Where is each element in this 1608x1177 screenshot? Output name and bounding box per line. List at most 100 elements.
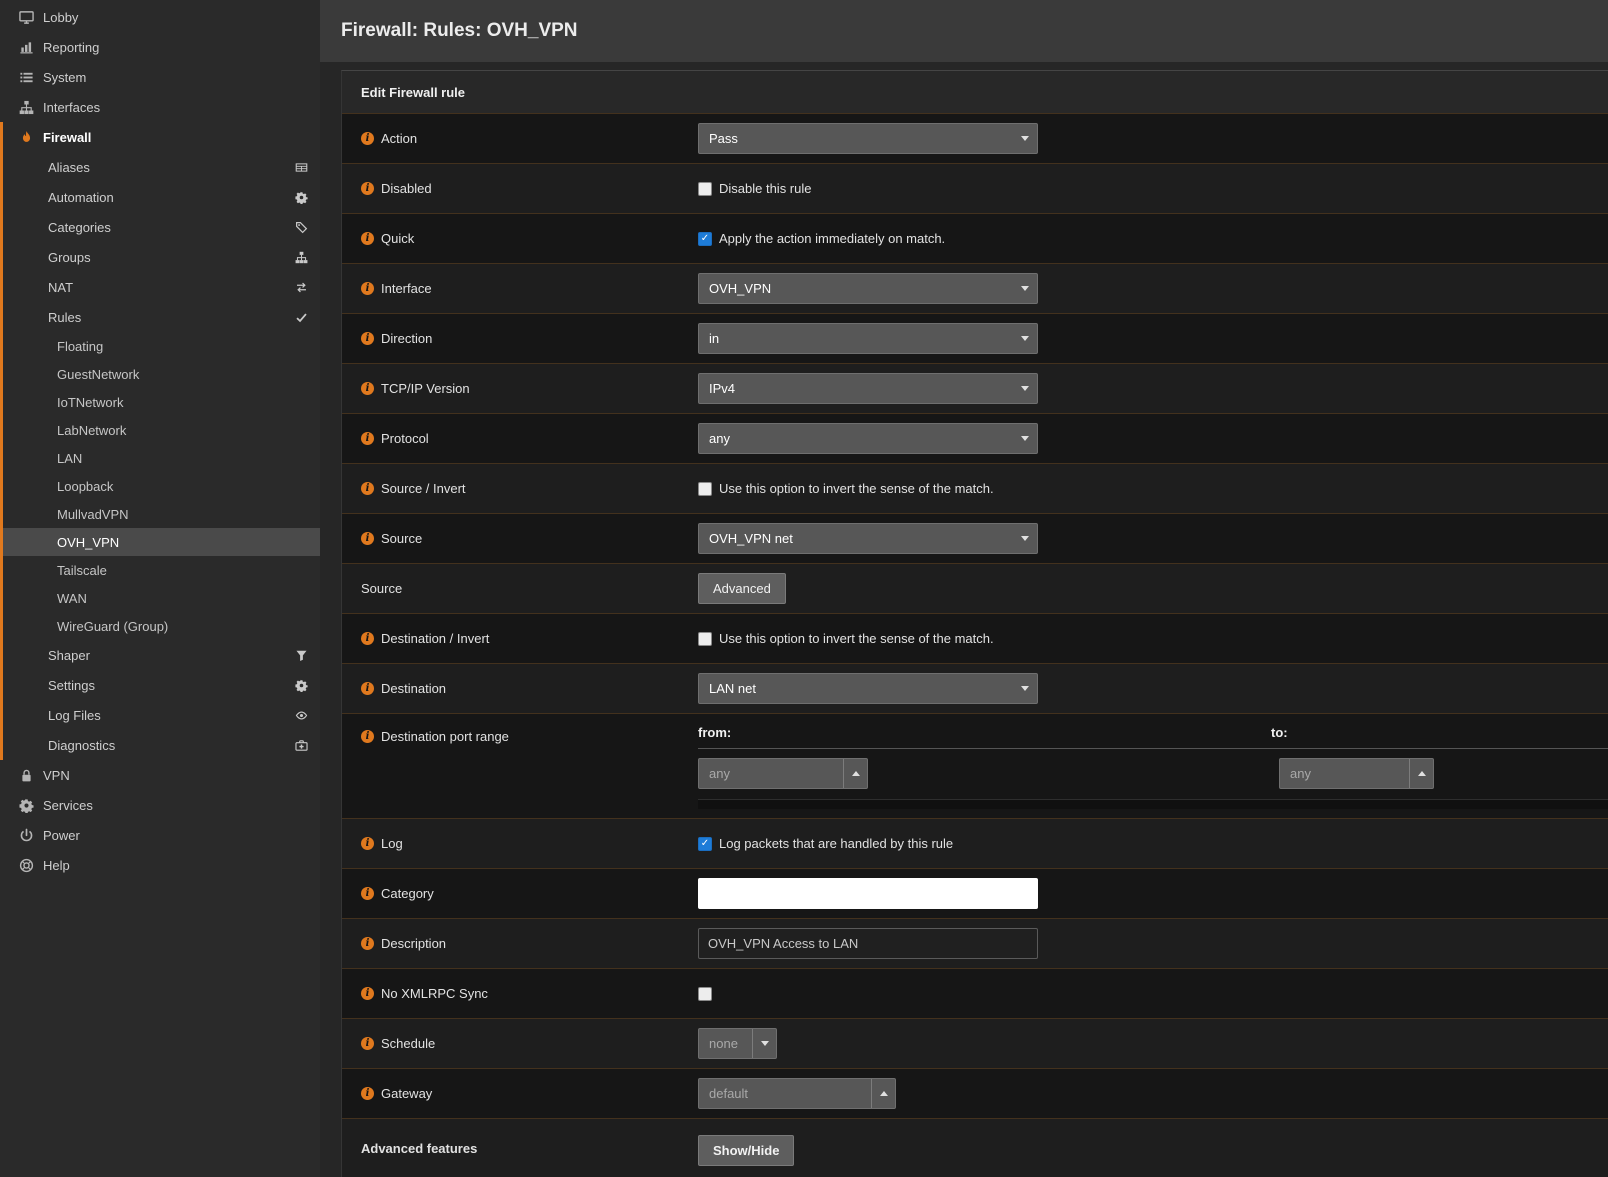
sidebar-item-reporting[interactable]: Reporting: [0, 32, 320, 62]
row-control: OVH_VPN net: [698, 514, 1608, 563]
info-icon[interactable]: i: [361, 432, 374, 445]
selected-value: IPv4: [709, 381, 735, 396]
log-checkbox[interactable]: ✓: [698, 837, 712, 851]
info-icon[interactable]: i: [361, 532, 374, 545]
destination-select[interactable]: LAN net: [698, 673, 1038, 704]
info-icon[interactable]: i: [361, 282, 374, 295]
form-row-source-invert-7: iSource / InvertUse this option to inver…: [342, 464, 1608, 514]
row-label: Source: [342, 581, 698, 596]
sidebar-item-wireguard-group[interactable]: WireGuard (Group): [0, 612, 320, 640]
quick-checkbox[interactable]: ✓: [698, 232, 712, 246]
sidebar-item-label: LabNetwork: [57, 423, 126, 438]
no-xmlrpc-sync-checkbox[interactable]: [698, 987, 712, 1001]
info-icon[interactable]: i: [361, 1087, 374, 1100]
destination-invert-checkbox[interactable]: [698, 632, 712, 646]
quick-checkbox-group: ✓Apply the action immediately on match.: [698, 231, 945, 246]
row-label-text: No XMLRPC Sync: [381, 986, 488, 1001]
sidebar-item-power[interactable]: Power: [0, 820, 320, 850]
source-advanced-button[interactable]: Advanced: [698, 573, 786, 604]
row-label: iDirection: [342, 331, 698, 346]
port-range-footer: [698, 799, 1608, 809]
sidebar-item-settings[interactable]: Settings: [0, 670, 320, 700]
sidebar-item-diagnostics[interactable]: Diagnostics: [0, 730, 320, 760]
row-control: IPv4: [698, 364, 1608, 413]
sidebar-item-iotnetwork[interactable]: IoTNetwork: [0, 388, 320, 416]
info-icon[interactable]: i: [361, 987, 374, 1000]
info-icon[interactable]: i: [361, 232, 374, 245]
sidebar-item-aliases[interactable]: Aliases: [0, 152, 320, 182]
sidebar-item-wan[interactable]: WAN: [0, 584, 320, 612]
filter-icon: [295, 649, 308, 662]
sidebar-item-guestnetwork[interactable]: GuestNetwork: [0, 360, 320, 388]
interface-select[interactable]: OVH_VPN: [698, 273, 1038, 304]
sidebar-item-system[interactable]: System: [0, 62, 320, 92]
form-row-advanced-features-19: Advanced featuresShow/Hide: [342, 1119, 1608, 1177]
sidebar-item-rules[interactable]: Rules: [0, 302, 320, 332]
caret-up-icon: [871, 1079, 895, 1108]
description-input[interactable]: [698, 928, 1038, 959]
sidebar-item-loopback[interactable]: Loopback: [0, 472, 320, 500]
interfaces-icon: [18, 100, 35, 115]
info-icon[interactable]: i: [361, 132, 374, 145]
row-label: iCategory: [342, 886, 698, 901]
tcp-ip-version-select[interactable]: IPv4: [698, 373, 1038, 404]
row-label: Advanced features: [342, 1119, 698, 1156]
info-icon[interactable]: i: [361, 482, 374, 495]
row-control: any: [698, 414, 1608, 463]
info-icon[interactable]: i: [361, 730, 374, 743]
row-label: iTCP/IP Version: [342, 381, 698, 396]
sidebar-item-services[interactable]: Services: [0, 790, 320, 820]
form-row-source-8: iSourceOVH_VPN net: [342, 514, 1608, 564]
info-icon[interactable]: i: [361, 937, 374, 950]
row-label: iSource / Invert: [342, 481, 698, 496]
from-port-select[interactable]: any: [698, 758, 868, 789]
from-label: from:: [698, 725, 1271, 740]
sidebar-item-nat[interactable]: NAT: [0, 272, 320, 302]
selected-value: any: [709, 431, 730, 446]
sidebar-item-shaper[interactable]: Shaper: [0, 640, 320, 670]
sidebar-item-tailscale[interactable]: Tailscale: [0, 556, 320, 584]
action-select[interactable]: Pass: [698, 123, 1038, 154]
sidebar-item-mullvadvpn[interactable]: MullvadVPN: [0, 500, 320, 528]
row-label-text: Protocol: [381, 431, 429, 446]
sidebar-item-floating[interactable]: Floating: [0, 332, 320, 360]
sidebar-item-help[interactable]: Help: [0, 850, 320, 880]
row-label: iAction: [342, 131, 698, 146]
sidebar-item-lan[interactable]: LAN: [0, 444, 320, 472]
info-icon[interactable]: i: [361, 632, 374, 645]
info-icon[interactable]: i: [361, 682, 374, 695]
info-icon[interactable]: i: [361, 887, 374, 900]
row-label: iDestination / Invert: [342, 631, 698, 646]
info-icon[interactable]: i: [361, 837, 374, 850]
sidebar-item-label: Rules: [48, 310, 81, 325]
sidebar-item-categories[interactable]: Categories: [0, 212, 320, 242]
row-control: ✓Log packets that are handled by this ru…: [698, 819, 1608, 868]
sidebar-item-vpn[interactable]: VPN: [0, 760, 320, 790]
sidebar-item-interfaces[interactable]: Interfaces: [0, 92, 320, 122]
source-invert-checkbox[interactable]: [698, 482, 712, 496]
info-icon[interactable]: i: [361, 1037, 374, 1050]
sidebar-item-lobby[interactable]: Lobby: [0, 2, 320, 32]
info-icon[interactable]: i: [361, 382, 374, 395]
sidebar-item-labnetwork[interactable]: LabNetwork: [0, 416, 320, 444]
sidebar-item-groups[interactable]: Groups: [0, 242, 320, 272]
info-icon[interactable]: i: [361, 182, 374, 195]
to-port-select[interactable]: any: [1279, 758, 1434, 789]
source-select[interactable]: OVH_VPN net: [698, 523, 1038, 554]
caret-down-icon: [1013, 674, 1037, 703]
protocol-select[interactable]: any: [698, 423, 1038, 454]
direction-select[interactable]: in: [698, 323, 1038, 354]
caret-down-icon: [1013, 124, 1037, 153]
row-label: iDescription: [342, 936, 698, 951]
row-label-text: Source: [361, 581, 402, 596]
disabled-checkbox[interactable]: [698, 182, 712, 196]
sidebar-item-log-files[interactable]: Log Files: [0, 700, 320, 730]
sidebar-item-ovh-vpn[interactable]: OVH_VPN: [0, 528, 320, 556]
info-icon[interactable]: i: [361, 332, 374, 345]
sidebar-item-firewall[interactable]: Firewall: [0, 122, 320, 152]
category-input[interactable]: [698, 878, 1038, 909]
advanced-features-show-hide-button[interactable]: Show/Hide: [698, 1135, 794, 1166]
sidebar-item-automation[interactable]: Automation: [0, 182, 320, 212]
gateway-select[interactable]: default: [698, 1078, 896, 1109]
schedule-select[interactable]: none: [698, 1028, 777, 1059]
